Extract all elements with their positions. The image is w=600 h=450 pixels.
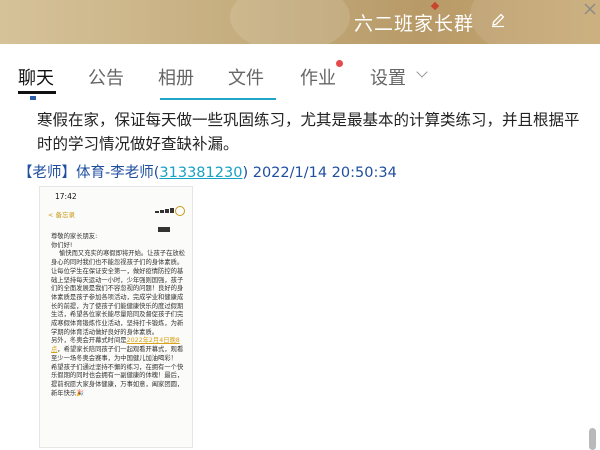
group-title: 六二班家长群 [354, 13, 475, 35]
status-time: 17:42 [55, 192, 77, 201]
header-decoration [230, 0, 350, 44]
message-sender: 【老师】体育-李老师(313381230) 2022/1/14 20:50:34 [18, 165, 397, 181]
memo-body: 尊敬的家长朋友: 你们好! 愉快而又充实的寒假即将开始。让孩子在放松身心的同时我… [51, 233, 185, 397]
active-tab-indicator [18, 91, 56, 94]
close-icon[interactable] [583, 2, 597, 16]
title-bar: 六二班家长群 [0, 0, 600, 44]
previous-message-fragment [30, 96, 290, 101]
tab-homework[interactable]: 作业 [300, 64, 336, 90]
homework-badge [336, 60, 343, 67]
edit-icon[interactable] [490, 12, 506, 28]
tab-settings[interactable]: 设置 [370, 64, 406, 90]
message-datetime: 2022/1/14 20:50:34 [252, 165, 397, 181]
signal-battery-icon [155, 194, 187, 232]
more-icon [175, 206, 185, 216]
message-image[interactable]: 17:42 < 备忘录 尊敬的家长朋友: 你们好! 愉快而又充实的寒假即将开始。… [39, 186, 193, 448]
tab-album[interactable]: 相册 [158, 64, 194, 90]
tab-bar: 聊天 公告 相册 文件 作业 设置 [0, 44, 600, 96]
sender-qq-link[interactable]: 313381230 [159, 165, 242, 181]
message-text: 寒假在家，保证每天做一些巩固练习，尤其是最基本的计算类练习，并且根据平时的学习情… [37, 111, 580, 153]
back-link: < 备忘录 [48, 211, 76, 219]
sender-role: 【老师】 [18, 165, 76, 181]
tab-announcement[interactable]: 公告 [88, 64, 124, 90]
scrollbar-track[interactable] [588, 96, 598, 450]
tab-chat[interactable]: 聊天 [18, 64, 54, 90]
sender-name: 体育-李老师 [76, 165, 154, 181]
chat-area: 寒假在家，保证每天做一些巩固练习，尤其是最基本的计算类练习，并且根据平时的学习情… [0, 96, 600, 450]
scrollbar-thumb[interactable] [589, 428, 596, 450]
tab-files[interactable]: 文件 [228, 64, 264, 90]
